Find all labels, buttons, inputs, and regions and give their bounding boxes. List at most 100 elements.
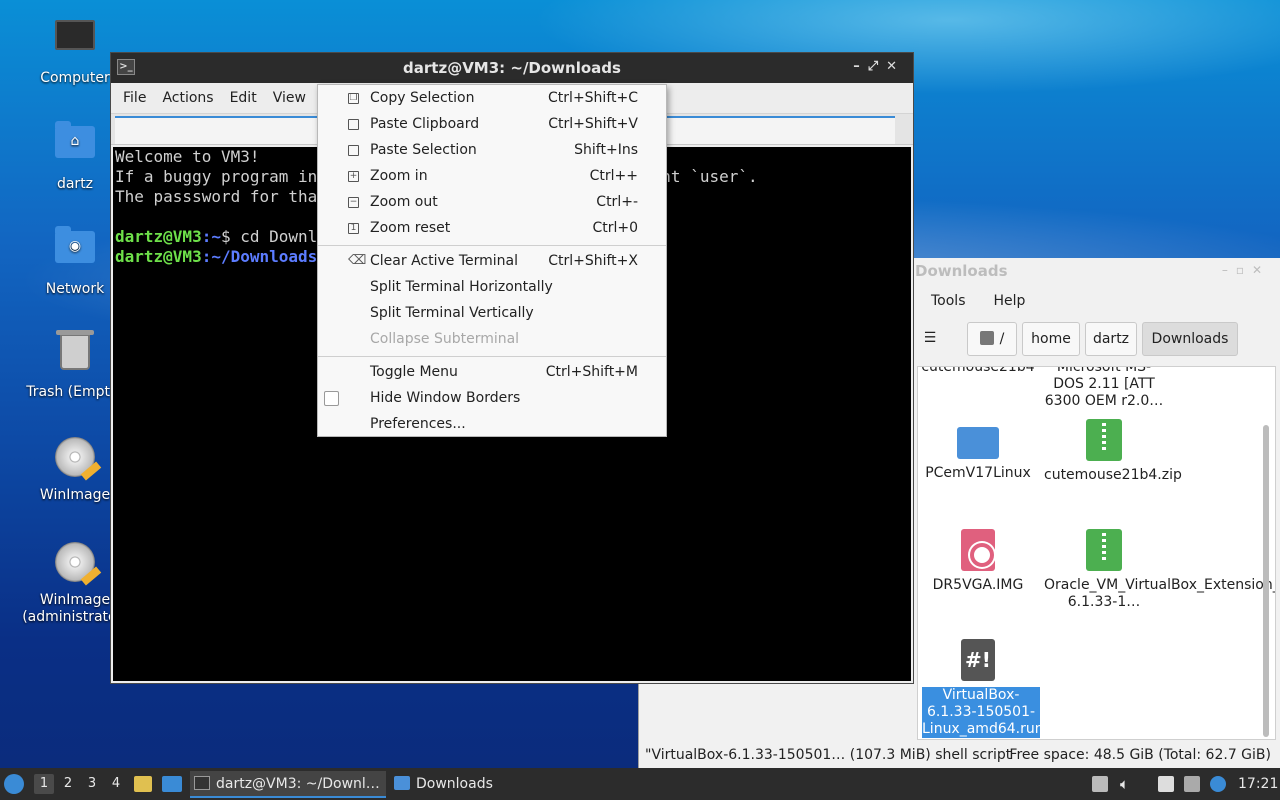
fm-statusbar: "VirtualBox-6.1.33-150501… (107.3 MiB) s… — [639, 742, 1280, 768]
fm-menu-help[interactable]: Help — [994, 293, 1026, 309]
task-label: Downloads — [416, 776, 493, 792]
file-item[interactable]: cutemouse21b4.zip — [1044, 419, 1182, 484]
terminal-text: nt `user`. — [661, 167, 758, 186]
taskbar: 1 2 3 4 dartz@VM3: ~/Downl… Downloads 🔈︎… — [0, 768, 1280, 800]
drive-icon — [979, 331, 994, 345]
menu-file[interactable]: File — [123, 90, 146, 106]
file-name: Oracle_VM_VirtualBox_Extension_Pack-6.1.… — [1044, 577, 1275, 610]
zip-icon — [1086, 529, 1122, 571]
menu-actions[interactable]: Actions — [162, 90, 213, 106]
menu-item-preferences[interactable]: Preferences... — [318, 412, 666, 438]
file-item[interactable]: PCemV17Linux — [918, 419, 1038, 482]
task-downloads[interactable]: Downloads — [390, 771, 510, 798]
disc-icon — [53, 437, 97, 481]
show-desktop-button[interactable] — [162, 768, 184, 800]
menu-view[interactable]: View — [273, 90, 306, 106]
clock[interactable]: 17:21 — [1238, 768, 1278, 800]
zoom-in-icon: + — [348, 171, 359, 182]
clear-icon: ⌫ — [348, 253, 367, 268]
workspace-4[interactable]: 4 — [106, 774, 126, 794]
fm-scrollbar[interactable] — [1263, 425, 1269, 737]
menu-item-zoom-reset[interactable]: 1 Zoom reset Ctrl+0 — [318, 216, 666, 242]
terminal-text: If a buggy program in — [115, 167, 318, 186]
volume-icon[interactable]: 🔈︎ — [1120, 768, 1138, 800]
view-toggle-button[interactable]: ☰ — [915, 322, 945, 356]
paste-icon — [348, 145, 359, 156]
file-item[interactable]: cutemouse21b4 — [918, 366, 1038, 376]
menu-item-copy-selection[interactable]: ❐ Copy Selection Ctrl+Shift+C — [318, 86, 666, 112]
start-menu-button[interactable] — [4, 768, 28, 800]
zoom-out-icon: − — [348, 197, 359, 208]
copy-icon: ❐ — [348, 93, 359, 104]
file-name: DR5VGA.IMG — [932, 577, 1024, 593]
menu-item-zoom-out[interactable]: − Zoom out Ctrl+- — [318, 190, 666, 216]
tray-network-icon[interactable] — [1184, 776, 1200, 792]
terminal-title: dartz@VM3: ~/Downloads — [403, 59, 621, 77]
fm-pathbar: ☰ / home dartz Downloads — [915, 320, 1280, 360]
fm-file-view[interactable]: cutemouse21b4 Microsoft MS-DOS 2.11 [ATT… — [917, 366, 1276, 740]
folder-icon — [394, 776, 410, 790]
minimize-icon[interactable]: – — [853, 59, 868, 74]
file-name: Microsoft MS-DOS 2.11 [ATT 6300 OEM r2.0… — [1044, 366, 1164, 409]
terminal-window-buttons[interactable]: –⤢✕ — [853, 59, 905, 74]
menu-item-zoom-in[interactable]: + Zoom in Ctrl++ — [318, 164, 666, 190]
fm-menubar: Tools Help — [915, 288, 1037, 314]
tray-clipboard-icon[interactable] — [1158, 776, 1174, 792]
task-label: dartz@VM3: ~/Downl… — [216, 776, 380, 792]
workspace-3[interactable]: 3 — [82, 774, 102, 794]
menu-item-collapse-subterminal: Collapse Subterminal — [370, 331, 520, 347]
file-name: cutemouse21b4.zip — [1044, 467, 1182, 483]
file-name: cutemouse21b4 — [921, 366, 1035, 375]
folder-icon — [957, 427, 999, 459]
zip-icon — [1086, 419, 1122, 461]
file-name: PCemV17Linux — [925, 465, 1031, 481]
file-item-selected[interactable]: #! VirtualBox-6.1.33-150501-Linux_amd64.… — [918, 639, 1044, 738]
menu-item-split-vertical[interactable]: Split Terminal Vertically — [318, 301, 666, 327]
task-terminal[interactable]: dartz@VM3: ~/Downl… — [190, 771, 386, 798]
terminal-icon — [194, 776, 210, 790]
zoom-reset-icon: 1 — [348, 223, 359, 234]
distro-logo-icon — [4, 774, 24, 794]
menu-item-split-horizontal[interactable]: Split Terminal Horizontally — [318, 275, 666, 301]
menu-item-clear-terminal[interactable]: ⌫ Clear Active Terminal Ctrl+Shift+X — [318, 249, 666, 275]
file-item[interactable]: Microsoft MS-DOS 2.11 [ATT 6300 OEM r2.0… — [1044, 366, 1164, 410]
context-menu: ❐ Copy Selection Ctrl+Shift+C Paste Clipbo… — [317, 84, 667, 437]
workspace-1[interactable]: 1 — [34, 774, 54, 794]
path-home-button[interactable]: home — [1022, 322, 1080, 356]
file-name: VirtualBox-6.1.33-150501-Linux_amd64.run — [922, 687, 1044, 738]
menu-item-paste-clipboard[interactable]: Paste Clipboard Ctrl+Shift+V — [318, 112, 666, 138]
checkbox[interactable] — [324, 391, 339, 406]
disk-image-icon — [961, 529, 995, 571]
path-root-label: / — [999, 331, 1005, 347]
workspace-2[interactable]: 2 — [58, 774, 78, 794]
fm-status-free-space: Free space: 48.5 GiB (Total: 62.7 GiB) — [1009, 747, 1271, 763]
monitor-icon — [53, 20, 97, 64]
menu-item-toggle-menu[interactable]: Toggle Menu Ctrl+Shift+M — [318, 360, 666, 386]
prompt-path: :~ — [201, 227, 221, 246]
prompt-user: dartz@VM3 — [115, 247, 202, 266]
file-item[interactable]: Oracle_VM_VirtualBox_Extension_Pack-6.1.… — [1044, 529, 1275, 611]
menu-item-paste-selection[interactable]: Paste Selection Shift+Ins — [318, 138, 666, 164]
desktop-icon — [162, 776, 182, 792]
file-item[interactable]: DR5VGA.IMG — [918, 529, 1038, 594]
list-icon: ☰ — [923, 330, 937, 346]
path-downloads-button[interactable]: Downloads — [1142, 322, 1238, 356]
menu-edit[interactable]: Edit — [230, 90, 257, 106]
path-root-button[interactable]: / — [967, 322, 1017, 356]
menu-separator — [318, 245, 666, 246]
home-folder-icon: ⌂ — [53, 121, 97, 170]
file-manager-launcher[interactable] — [134, 768, 154, 800]
prompt-path: :~/Downloads — [201, 247, 318, 266]
menu-separator — [318, 356, 666, 357]
fm-window-buttons[interactable]: –▫✕ — [1222, 263, 1270, 277]
script-icon: #! — [961, 639, 995, 681]
tray-update-icon[interactable] — [1092, 776, 1108, 792]
fm-menu-tools[interactable]: Tools — [931, 293, 966, 309]
path-dartz-button[interactable]: dartz — [1085, 322, 1137, 356]
close-icon[interactable]: ✕ — [886, 59, 905, 74]
terminal-titlebar[interactable]: >_ dartz@VM3: ~/Downloads –⤢✕ — [111, 53, 913, 83]
prompt-user: dartz@VM3 — [115, 227, 202, 246]
maximize-icon[interactable]: ⤢ — [868, 59, 886, 74]
menu-item-hide-window-borders[interactable]: Hide Window Borders — [318, 386, 666, 412]
tray-notification-icon[interactable] — [1210, 776, 1226, 792]
